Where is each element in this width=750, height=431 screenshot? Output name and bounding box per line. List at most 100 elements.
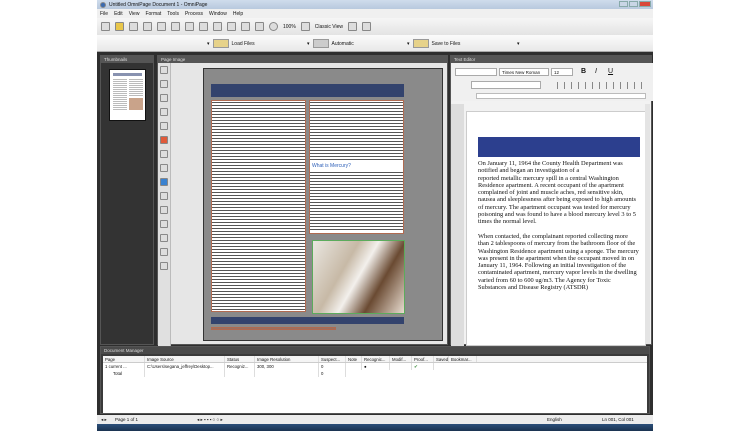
cut-icon[interactable] — [171, 22, 180, 31]
col-recognized[interactable]: Recognic... — [362, 356, 390, 362]
page-nav-arrows[interactable]: ◂ ▸ — [101, 415, 107, 424]
text-zone-icon[interactable] — [160, 94, 168, 102]
copy-icon[interactable] — [185, 22, 194, 31]
app-icon — [100, 1, 106, 8]
image-properties-icon[interactable] — [160, 164, 168, 172]
ocr-icon[interactable] — [160, 150, 168, 158]
col-bookmark[interactable]: Bookmar... — [449, 356, 477, 362]
document-manager-header: Document Manager — [101, 347, 649, 354]
format-toolbar: Times New Roman 12 B I U — [451, 63, 653, 101]
cell: Total — [103, 370, 145, 377]
page-thumbnail[interactable] — [109, 69, 146, 121]
eraser-icon[interactable] — [160, 220, 168, 228]
save-dropdown[interactable]: ▾ Save to Files — [407, 39, 460, 48]
zone-tool-icon[interactable] — [160, 80, 168, 88]
zoom-icon[interactable] — [269, 22, 278, 31]
delete-zone-icon[interactable] — [160, 136, 168, 144]
fit-width-icon[interactable] — [255, 22, 264, 31]
col-proofed[interactable]: Proof... — [412, 356, 434, 362]
rotate-icon[interactable] — [160, 122, 168, 130]
undo-icon[interactable] — [213, 22, 222, 31]
bold-button[interactable]: B — [581, 68, 586, 75]
redo-icon[interactable] — [227, 22, 236, 31]
workflow-toolbar: ▾ Load Files ▾ Automatic ▾ Save to Files ▾ — [97, 35, 653, 52]
paragraph-select[interactable] — [471, 81, 541, 89]
minimize-button[interactable] — [619, 1, 628, 7]
menu-format[interactable]: Format — [145, 11, 161, 17]
table-row[interactable]: Total 0 — [103, 370, 647, 377]
col-modified[interactable]: Modif... — [390, 356, 412, 362]
paragraph-tools[interactable] — [551, 82, 646, 89]
text-zone[interactable]: What is Mercury? — [309, 100, 404, 234]
menu-tools[interactable]: Tools — [167, 11, 179, 17]
cell: 0 — [319, 363, 346, 370]
page-image-panel: Page Image What is Mercury? — [157, 55, 448, 346]
save-icon[interactable] — [129, 22, 138, 31]
text-editor-panel: Text Editor Times New Roman 12 B I U On … — [450, 55, 653, 346]
mode-dropdown[interactable]: ▾ Automatic — [307, 39, 354, 48]
editor-text[interactable]: On January 11, 1964 the County Health De… — [478, 160, 640, 291]
ruler[interactable] — [476, 93, 646, 99]
menu-help[interactable]: Help — [233, 11, 243, 17]
col-page[interactable]: Page — [103, 356, 145, 362]
photo-zone[interactable] — [312, 240, 405, 314]
underline-button[interactable]: U — [608, 68, 613, 75]
recognize-icon — [312, 39, 329, 48]
close-button[interactable] — [639, 1, 651, 7]
page-indicator[interactable]: Page 1 of 1 — [115, 415, 138, 424]
open-icon[interactable] — [115, 22, 124, 31]
table-row[interactable]: 1 current ... C:\Users\segana_jeffrey\De… — [103, 363, 647, 370]
col-resolution[interactable]: Image Resolution — [255, 356, 319, 362]
view-controls[interactable]: ◂ ▸ ▪ ▪ ▪ ○ ○ ▸ — [197, 415, 223, 424]
zoom-out-icon[interactable] — [160, 206, 168, 214]
italic-button[interactable]: I — [595, 68, 597, 75]
footer-zone[interactable] — [211, 327, 336, 330]
pen-icon[interactable] — [160, 262, 168, 270]
menu-process[interactable]: Process — [185, 11, 203, 17]
new-icon[interactable] — [101, 22, 110, 31]
template-icon[interactable] — [160, 248, 168, 256]
text-zone[interactable] — [211, 100, 306, 312]
maximize-button[interactable] — [629, 1, 638, 7]
menu-edit[interactable]: Edit — [114, 11, 123, 17]
view-icon[interactable] — [300, 22, 310, 31]
zoom-level[interactable]: 100% — [283, 24, 296, 30]
col-image-source[interactable]: Image Source — [145, 356, 225, 362]
recognized-icon: ● — [362, 363, 390, 370]
cell — [346, 363, 362, 370]
zoom-in-icon[interactable] — [160, 192, 168, 200]
scan-icon[interactable] — [157, 22, 166, 31]
print-icon[interactable] — [143, 22, 152, 31]
cell — [145, 370, 225, 377]
table-icon[interactable] — [160, 178, 168, 186]
col-suspect[interactable]: Suspect... — [319, 356, 346, 362]
save-arrow[interactable]: ▾ — [517, 39, 520, 48]
font-size-select[interactable]: 12 — [551, 68, 573, 76]
status-bar: ◂ ▸ Page 1 of 1 ◂ ▸ ▪ ▪ ▪ ○ ○ ▸ English … — [97, 415, 653, 424]
split-icon[interactable] — [362, 22, 372, 31]
paste-icon[interactable] — [199, 22, 208, 31]
taskbar — [97, 424, 653, 431]
cell: 1 current ... — [103, 363, 145, 370]
language: English — [547, 417, 562, 422]
editor-scrollbar[interactable] — [645, 104, 650, 344]
picture-zone-icon[interactable] — [160, 108, 168, 116]
book-icon[interactable] — [160, 234, 168, 242]
fit-page-icon[interactable] — [241, 22, 250, 31]
menu-file[interactable]: File — [100, 11, 108, 17]
cell — [390, 363, 412, 370]
col-note[interactable]: Note — [346, 356, 362, 362]
editor-page[interactable]: On January 11, 1964 the County Health De… — [466, 111, 646, 346]
menu-view[interactable]: View — [129, 11, 140, 17]
document-page-image[interactable]: What is Mercury? — [203, 68, 443, 341]
layout-icon[interactable] — [348, 22, 358, 31]
view-selector[interactable]: Classic View — [315, 24, 343, 30]
image-tools — [158, 63, 171, 346]
col-status[interactable]: Status — [225, 356, 255, 362]
select-tool-icon[interactable] — [160, 66, 168, 74]
style-select[interactable] — [455, 68, 497, 76]
menu-window[interactable]: Window — [209, 11, 227, 17]
col-saved[interactable]: Saved — [434, 356, 449, 362]
font-select[interactable]: Times New Roman — [499, 68, 549, 76]
load-dropdown[interactable]: ▾ Load Files — [207, 39, 255, 48]
